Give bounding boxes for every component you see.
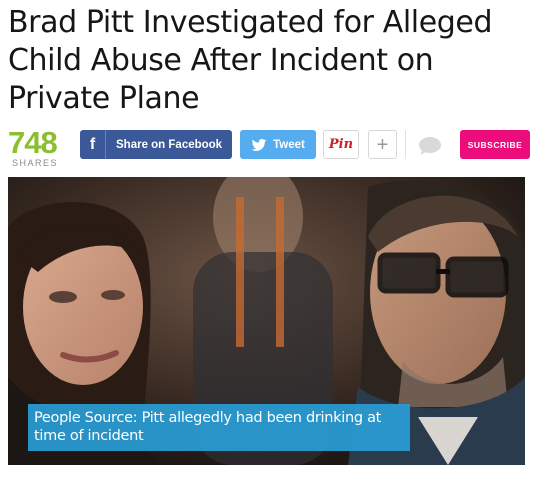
share-bar-divider	[405, 130, 406, 159]
share-bar: 748 SHARES f Share on Facebook Tweet Pin…	[8, 125, 530, 172]
article-headline: Brad Pitt Investigated for Alleged Child…	[8, 5, 493, 116]
facebook-f-icon: f	[80, 130, 106, 159]
share-count-label: SHARES	[12, 158, 59, 168]
pinterest-pin-button[interactable]: Pin	[323, 130, 359, 159]
tweet-button[interactable]: Tweet	[240, 130, 316, 159]
comment-bubble-icon[interactable]	[418, 136, 442, 155]
facebook-button-label: Share on Facebook	[116, 138, 223, 151]
more-share-options-button[interactable]: +	[368, 130, 397, 159]
subscribe-button-label: SUBSCRIBE	[467, 139, 523, 150]
twitter-bird-icon	[251, 138, 267, 151]
share-count-number: 748	[8, 125, 58, 160]
tweet-button-label: Tweet	[273, 138, 305, 151]
video-caption: People Source: Pitt allegedly had been d…	[28, 404, 410, 451]
pin-button-label: Pin	[328, 137, 354, 152]
share-count: 748 SHARES	[8, 125, 70, 169]
share-on-facebook-button[interactable]: f Share on Facebook	[80, 130, 232, 159]
plus-icon: +	[376, 133, 389, 156]
subscribe-button[interactable]: SUBSCRIBE	[460, 130, 530, 159]
